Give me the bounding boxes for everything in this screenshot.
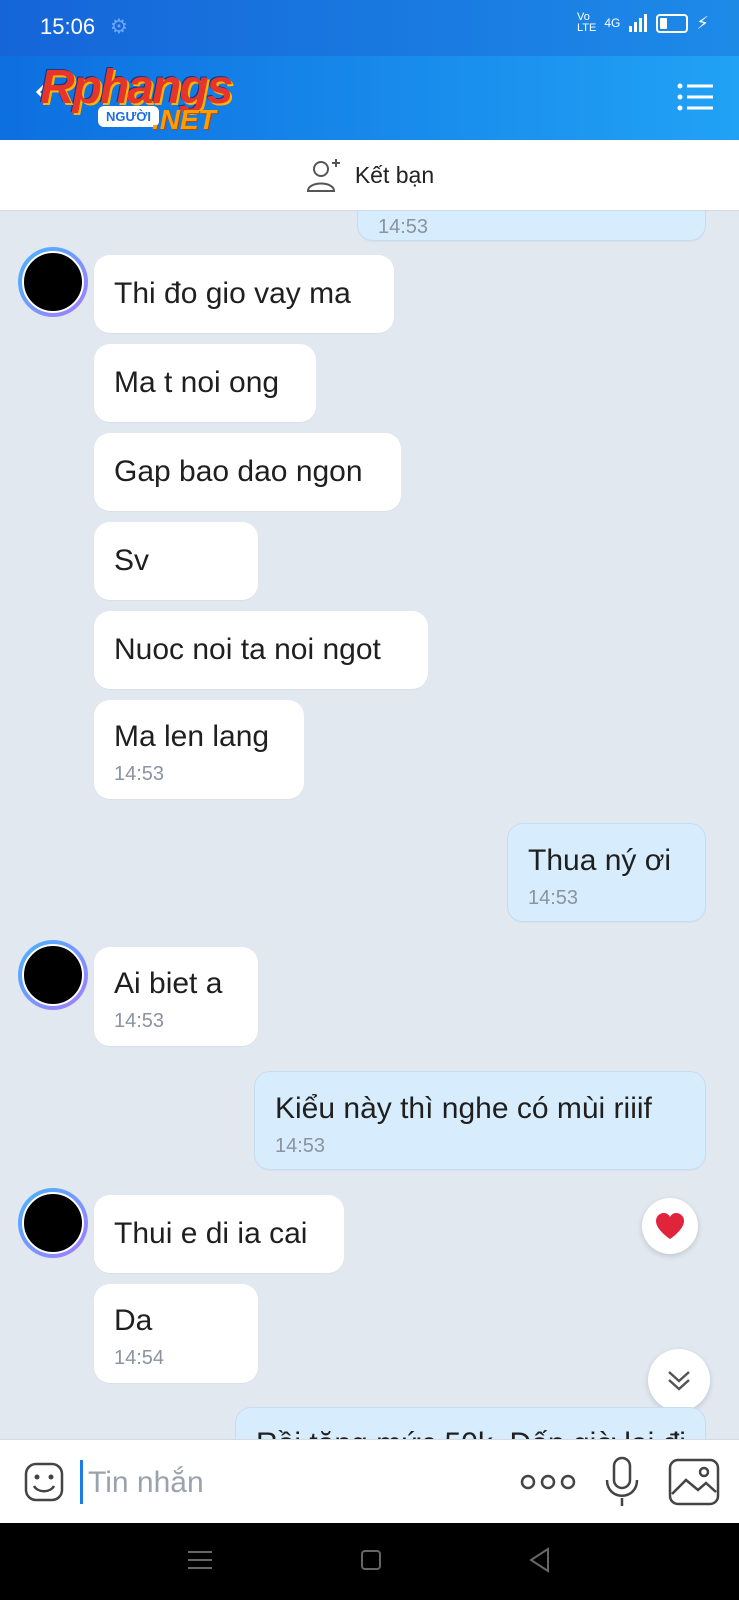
message-text: Kiểu này thì nghe có mùi riiif xyxy=(275,1092,652,1125)
settings-gear-icon: ⚙ xyxy=(110,16,128,38)
message-bubble-mine[interactable]: Kiểu này thì nghe có mùi riiif 14:53 xyxy=(254,1071,706,1170)
battery-icon xyxy=(656,13,689,33)
message-bubble[interactable]: Thi đo gio vay ma xyxy=(94,255,394,333)
app-bar: Rphangs NGƯỜI .NET xyxy=(0,56,739,140)
message-text: Thui e di ia cai xyxy=(114,1217,308,1250)
signal-icon xyxy=(629,14,648,32)
home-icon[interactable] xyxy=(360,1549,382,1571)
heart-reaction-button[interactable] xyxy=(642,1198,698,1254)
microphone-icon[interactable] xyxy=(604,1456,640,1508)
message-bubble[interactable]: Gap bao dao ngon xyxy=(94,433,401,511)
chat-area[interactable]: 14:53 Thi đo gio vay ma Ma t noi ong Gap… xyxy=(0,211,739,1439)
message-bubble[interactable]: Thui e di ia cai xyxy=(94,1195,344,1273)
message-text: Thi đo gio vay ma xyxy=(114,277,351,310)
message-bubble-mine[interactable]: Thua ný ơi 14:53 xyxy=(507,823,706,922)
message-text: Da xyxy=(114,1304,153,1337)
message-input-bar xyxy=(0,1439,739,1524)
message-input[interactable] xyxy=(86,1458,490,1508)
logo-net-text: .NET xyxy=(152,104,216,135)
logo-sub-text: NGƯỜI xyxy=(98,106,159,127)
message-time: 14:53 xyxy=(275,1135,326,1157)
avatar[interactable] xyxy=(18,1188,88,1258)
message-bubble[interactable]: Ma len lang 14:53 xyxy=(94,700,304,799)
message-bubble-cut[interactable]: 14:53 xyxy=(357,211,706,241)
add-friend-label: Kết bạn xyxy=(354,161,435,188)
message-time: 14:53 xyxy=(114,763,165,785)
message-bubble[interactable]: Da 14:54 xyxy=(94,1284,258,1383)
heart-icon xyxy=(656,1213,684,1239)
image-gallery-icon[interactable] xyxy=(668,1458,720,1506)
message-time: 14:53 xyxy=(528,887,579,909)
status-bar: 15:06 ⚙ Vo LTE 4G ⚡ xyxy=(0,0,739,56)
volte-icon: Vo LTE xyxy=(576,11,597,34)
network-label: 4G xyxy=(604,16,621,30)
status-time: 15:06 xyxy=(40,14,96,39)
double-chevron-down-icon xyxy=(668,1371,690,1391)
message-time: 14:53 xyxy=(114,1010,165,1032)
status-indicators: Vo LTE 4G ⚡ xyxy=(577,12,709,34)
message-bubble-mine[interactable]: Rồi tăng mức 50k. Đến giờ lại đi xyxy=(235,1407,706,1439)
add-user-icon xyxy=(306,159,340,192)
charging-icon: ⚡ xyxy=(696,12,709,33)
message-text: Ma len lang xyxy=(114,720,270,753)
message-time: 14:54 xyxy=(114,1347,165,1369)
watermark-logo: Rphangs NGƯỜI .NET xyxy=(40,60,260,140)
avatar[interactable] xyxy=(18,940,88,1010)
more-options-icon[interactable] xyxy=(520,1470,576,1494)
message-bubble[interactable]: Sv xyxy=(94,522,258,600)
nav-back-icon[interactable] xyxy=(528,1547,550,1573)
system-nav-bar xyxy=(0,1523,739,1600)
message-bubble[interactable]: Nuoc noi ta noi ngot xyxy=(94,611,428,689)
menu-list-icon[interactable] xyxy=(677,82,713,112)
text-cursor xyxy=(80,1460,83,1504)
message-text: Ai biet a xyxy=(114,967,223,1000)
message-bubble[interactable]: Ma t noi ong xyxy=(94,344,316,422)
message-text: Thua ný ơi xyxy=(528,844,672,877)
message-text: Sv xyxy=(114,544,150,577)
emoji-sticker-icon[interactable] xyxy=(24,1462,64,1502)
message-time: 14:53 xyxy=(378,216,429,238)
message-text: Ma t noi ong xyxy=(114,366,280,399)
add-friend-bar[interactable]: Kết bạn xyxy=(0,140,739,211)
message-text: Gap bao dao ngon xyxy=(114,455,363,488)
message-bubble[interactable]: Ai biet a 14:53 xyxy=(94,947,258,1046)
scroll-to-bottom-button[interactable] xyxy=(648,1349,710,1411)
message-text: Rồi tăng mức 50k. Đến giờ lại đi xyxy=(256,1426,685,1439)
message-text: Nuoc noi ta noi ngot xyxy=(114,633,381,666)
avatar[interactable] xyxy=(18,247,88,317)
recent-apps-icon[interactable] xyxy=(188,1549,212,1571)
